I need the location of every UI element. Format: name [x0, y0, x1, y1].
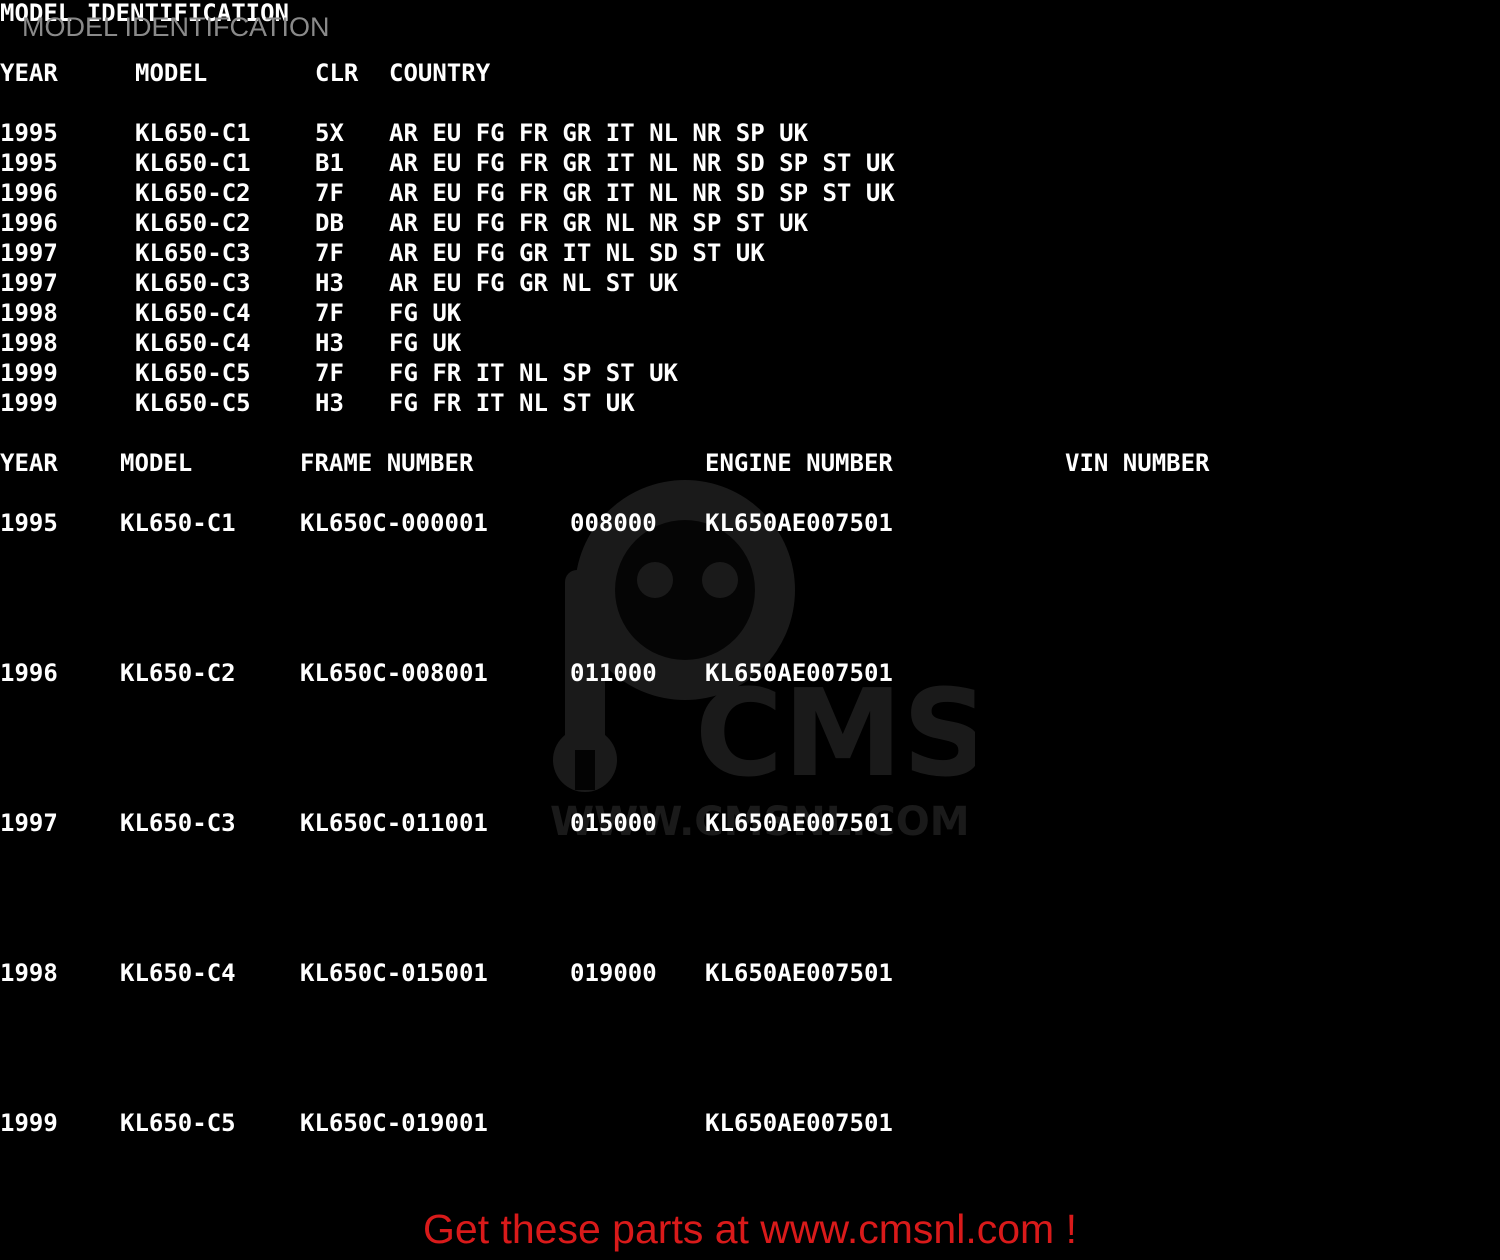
- row-clr: B1: [315, 149, 344, 177]
- col-year-header: YEAR: [0, 59, 58, 87]
- row-engine: KL650AE007501: [705, 959, 893, 987]
- row-year: 1998: [0, 959, 58, 987]
- row-clr: 7F: [315, 299, 344, 327]
- row-year: 1996: [0, 209, 58, 237]
- row-year: 1997: [0, 269, 58, 297]
- cmsnl-parts-link[interactable]: Get these parts at www.cmsnl.com !: [0, 1206, 1500, 1253]
- row-model: KL650-C2: [120, 659, 236, 687]
- row-year: 1997: [0, 239, 58, 267]
- row-year: 1998: [0, 329, 58, 357]
- row-year: 1999: [0, 1109, 58, 1137]
- row-country: AR EU FG GR NL ST UK: [389, 269, 678, 297]
- row-year: 1996: [0, 179, 58, 207]
- row-clr: 7F: [315, 359, 344, 387]
- row-engine: KL650AE007501: [705, 659, 893, 687]
- col-vin-header: VIN NUMBER: [1065, 449, 1210, 477]
- row-country: AR EU FG GR IT NL SD ST UK: [389, 239, 765, 267]
- cms-watermark: CMS WWW.CMSNL.COM: [545, 420, 989, 870]
- page-overlay-title: MODEL IDENTIFCATION: [22, 12, 330, 42]
- row-country: FG FR IT NL SP ST UK: [389, 359, 678, 387]
- row-year: 1996: [0, 659, 58, 687]
- row-country: AR EU FG FR GR IT NL NR SD SP ST UK: [389, 149, 895, 177]
- row-model: KL650-C1: [120, 509, 236, 537]
- row-frame-start: KL650C-011001: [300, 809, 488, 837]
- row-model: KL650-C4: [135, 329, 251, 357]
- row-frame-end: 008000: [570, 509, 657, 537]
- row-model: KL650-C3: [120, 809, 236, 837]
- row-year: 1995: [0, 509, 58, 537]
- row-clr: 7F: [315, 179, 344, 207]
- cms-logo-icon: CMS WWW.CMSNL.COM: [550, 480, 989, 845]
- row-frame-start: KL650C-000001: [300, 509, 488, 537]
- row-frame-end: 011000: [570, 659, 657, 687]
- row-year: 1999: [0, 359, 58, 387]
- row-model: KL650-C4: [120, 959, 236, 987]
- row-country: FG UK: [389, 329, 462, 357]
- row-country: AR EU FG FR GR IT NL NR SP UK: [389, 119, 809, 147]
- row-year: 1995: [0, 119, 58, 147]
- row-clr: H3: [315, 329, 344, 357]
- row-clr: H3: [315, 269, 344, 297]
- row-model: KL650-C4: [135, 299, 251, 327]
- row-clr: 7F: [315, 239, 344, 267]
- row-model: KL650-C2: [135, 209, 251, 237]
- row-country: FG UK: [389, 299, 462, 327]
- row-model: KL650-C1: [135, 149, 251, 177]
- row-model: KL650-C3: [135, 239, 251, 267]
- row-model: KL650-C3: [135, 269, 251, 297]
- row-year: 1998: [0, 299, 58, 327]
- row-year: 1999: [0, 389, 58, 417]
- row-clr: 5X: [315, 119, 344, 147]
- row-frame-start: KL650C-019001: [300, 1109, 488, 1137]
- row-frame-start: KL650C-015001: [300, 959, 488, 987]
- row-engine: KL650AE007501: [705, 809, 893, 837]
- row-year: 1997: [0, 809, 58, 837]
- row-frame-end: 019000: [570, 959, 657, 987]
- row-clr: DB: [315, 209, 344, 237]
- col-model-header: MODEL: [135, 59, 208, 87]
- row-frame-end: 015000: [570, 809, 657, 837]
- row-frame-start: KL650C-008001: [300, 659, 488, 687]
- row-engine: KL650AE007501: [705, 509, 893, 537]
- row-year: 1995: [0, 149, 58, 177]
- col-model-header: MODEL: [120, 449, 193, 477]
- row-country: FG FR IT NL ST UK: [389, 389, 635, 417]
- col-country-header: COUNTRY: [389, 59, 491, 87]
- col-clr-header: CLR: [315, 59, 359, 87]
- row-model: KL650-C5: [135, 359, 251, 387]
- row-model: KL650-C5: [135, 389, 251, 417]
- row-model: KL650-C5: [120, 1109, 236, 1137]
- row-country: AR EU FG FR GR NL NR SP ST UK: [389, 209, 809, 237]
- col-engine-header: ENGINE NUMBER: [705, 449, 893, 477]
- row-clr: H3: [315, 389, 344, 417]
- row-model: KL650-C1: [135, 119, 251, 147]
- col-year-header: YEAR: [0, 449, 58, 477]
- row-engine: KL650AE007501: [705, 1109, 893, 1137]
- row-model: KL650-C2: [135, 179, 251, 207]
- row-country: AR EU FG FR GR IT NL NR SD SP ST UK: [389, 179, 895, 207]
- col-frame-header: FRAME NUMBER: [300, 449, 474, 477]
